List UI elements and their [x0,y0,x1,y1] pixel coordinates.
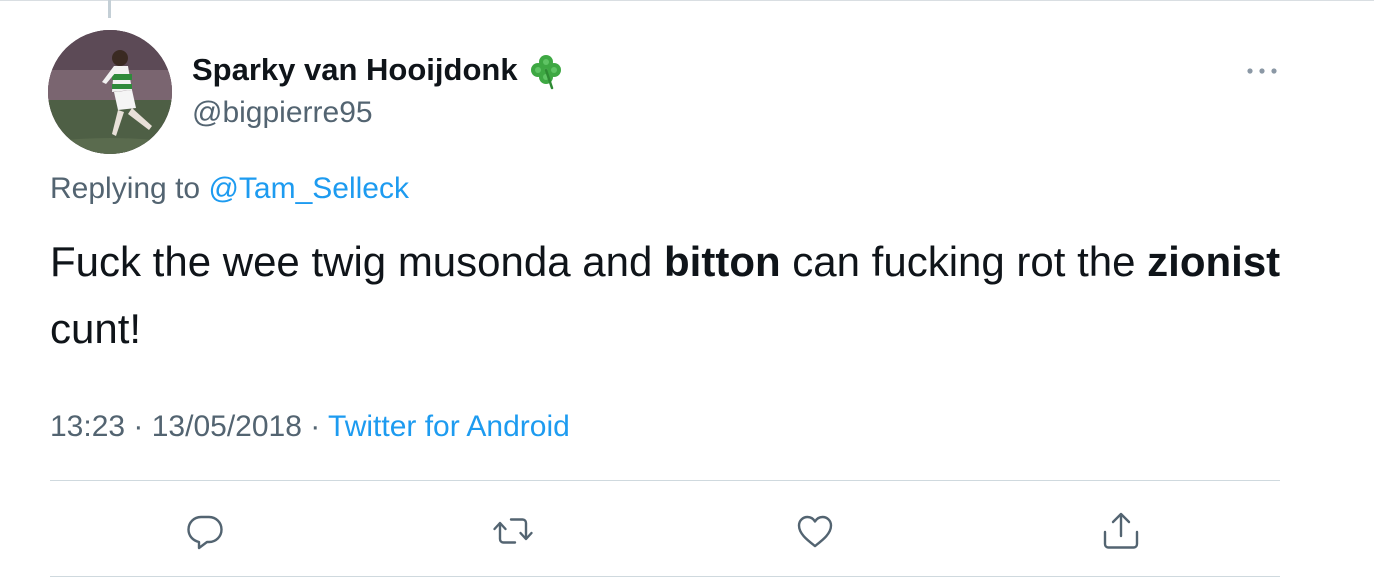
tweet-time[interactable]: 13:23 [50,410,125,443]
tweet-source-link[interactable]: Twitter for Android [328,410,570,443]
retweet-icon [493,518,533,544]
retweet-button[interactable] [490,508,536,554]
tweet-text-segment: Fuck the wee twig musonda and [50,238,665,285]
divider-bottom [50,576,1280,577]
replying-mention-link[interactable]: @Tam_Selleck [208,172,409,205]
tweet-date[interactable]: 13/05/2018 [152,410,302,443]
share-button[interactable] [1098,508,1144,554]
more-options-icon[interactable] [1242,56,1282,86]
reply-button[interactable] [182,508,228,554]
meta-separator: · [301,410,329,443]
user-handle[interactable]: @bigpierre95 [192,96,373,130]
avatar[interactable] [48,30,172,154]
like-button[interactable] [792,508,838,554]
like-icon [797,515,833,548]
display-name[interactable]: Sparky van Hooijdonk [192,52,518,88]
top-border [0,0,1374,1]
tweet-text-bold-segment: zionist [1147,238,1281,285]
avatar-image [48,30,172,154]
shamrock-icon [530,55,561,90]
tweet-text-bold-segment: bitton [664,238,781,285]
meta-separator: · [125,410,152,443]
tweet-text-segment: can fucking rot the [780,238,1148,285]
tweet-meta: 13:23 · 13/05/2018 · Twitter for Android [50,410,570,444]
divider-top [50,480,1280,481]
replying-prefix: Replying to [50,172,201,205]
tweet-text: Fuck the wee twig musonda and bitton can… [50,228,1290,362]
replying-to: Replying to @Tam_Selleck [50,172,409,206]
display-name-row[interactable]: Sparky van Hooijdonk [192,50,566,90]
thread-connector-line [108,0,111,18]
share-icon [1103,512,1139,549]
reply-icon [187,515,223,550]
tweet-text-segment: cunt! [50,305,142,352]
